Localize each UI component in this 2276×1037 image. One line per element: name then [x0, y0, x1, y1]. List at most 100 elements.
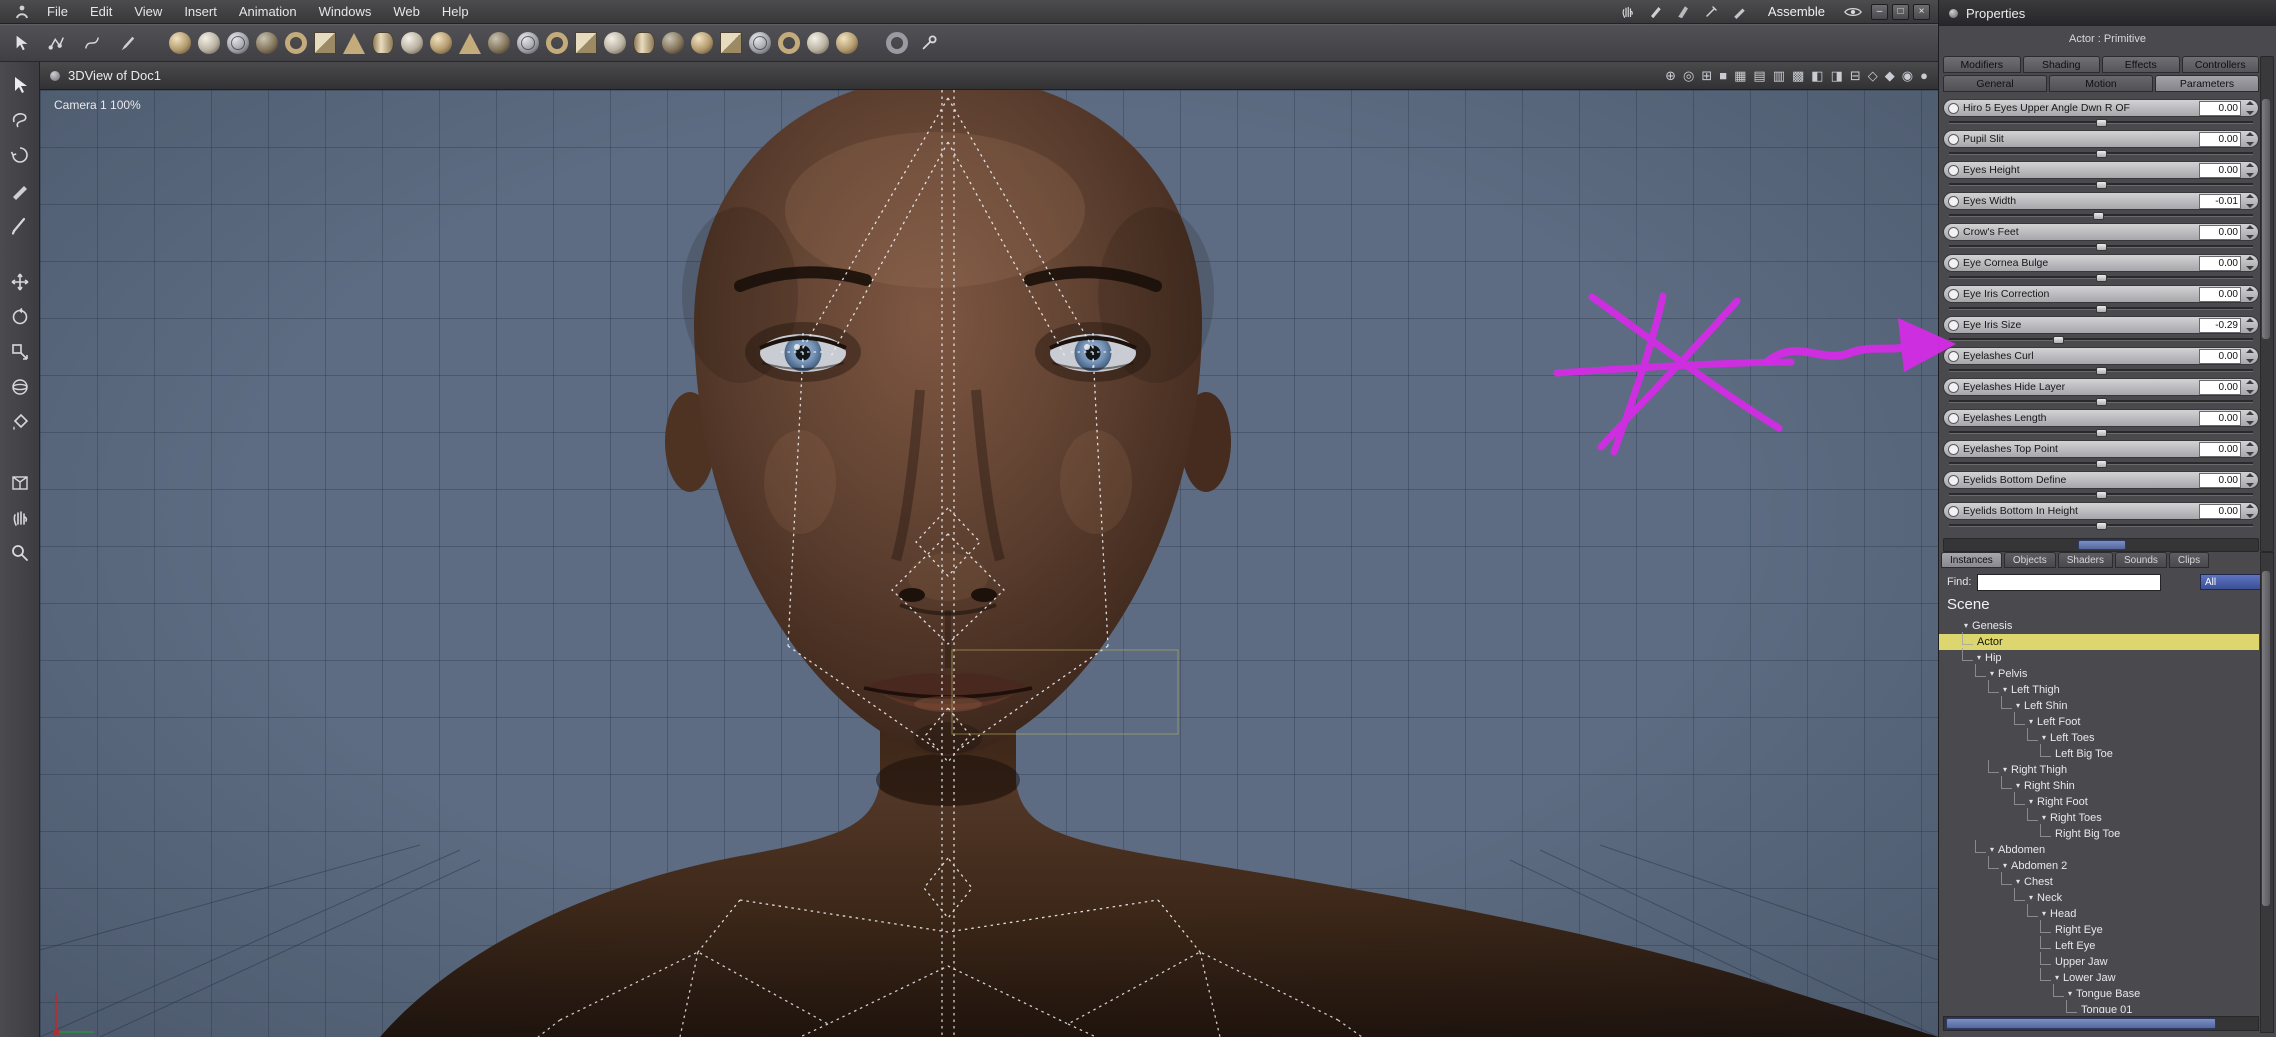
- tree-item-abdomen[interactable]: ▾ Abdomen: [1939, 840, 2259, 858]
- group-object-icon[interactable]: [807, 32, 829, 54]
- knife-icon[interactable]: [9, 179, 31, 201]
- tube-object-icon[interactable]: [633, 32, 655, 54]
- tree-item-left-foot[interactable]: ▾ Left Foot: [1939, 712, 2259, 730]
- parameters-vscrollbar[interactable]: [2260, 56, 2274, 552]
- tab-instances[interactable]: Instances: [1941, 552, 2002, 568]
- pen-tool-icon[interactable]: [1646, 3, 1666, 21]
- shaded-mode-icon[interactable]: ◆: [1885, 69, 1895, 82]
- value-stepper[interactable]: [2245, 349, 2254, 363]
- menu-animation[interactable]: Animation: [228, 4, 308, 19]
- expander-icon[interactable]: ▾: [2042, 814, 2046, 822]
- cone-primitive-icon[interactable]: [343, 32, 365, 54]
- keyframe-dot-icon[interactable]: [1948, 319, 1959, 331]
- tab-shaders[interactable]: Shaders: [2057, 552, 2113, 568]
- value-stepper[interactable]: [2245, 318, 2254, 332]
- tab-shading[interactable]: Shading: [2022, 56, 2100, 73]
- find-input[interactable]: [1977, 573, 2162, 591]
- hsplit-layout-icon[interactable]: ▤: [1753, 69, 1765, 82]
- tree-item-pelvis[interactable]: ▾ Pelvis: [1939, 664, 2259, 682]
- parameter-value-input[interactable]: 0.00: [2199, 348, 2241, 364]
- paint-bucket-icon[interactable]: [9, 411, 31, 433]
- tree-item-tongue-base[interactable]: ▾ Tongue Base: [1939, 984, 2259, 1002]
- tab-controllers[interactable]: Controllers: [2181, 56, 2259, 73]
- close-button[interactable]: ×: [1913, 3, 1930, 20]
- tree-item-chest[interactable]: ▾ Chest: [1939, 872, 2259, 890]
- keyframe-dot-icon[interactable]: [1948, 505, 1959, 517]
- expander-icon[interactable]: ▾: [2016, 878, 2020, 886]
- expander-icon[interactable]: ▾: [1990, 846, 1994, 854]
- reference-object-icon[interactable]: [836, 32, 858, 54]
- light-object-icon[interactable]: [691, 32, 713, 54]
- camera-reset-icon[interactable]: ⊞: [1701, 69, 1712, 82]
- value-stepper[interactable]: [2245, 287, 2254, 301]
- tree-item-right-shin[interactable]: ▾ Right Shin: [1939, 776, 2259, 794]
- maximize-button[interactable]: □: [1892, 3, 1909, 20]
- quad-pane-layout-icon[interactable]: ▦: [1734, 69, 1746, 82]
- plant-object-icon[interactable]: [459, 32, 481, 54]
- scale-tool-icon[interactable]: [9, 341, 31, 363]
- hand-tool-icon[interactable]: [1618, 3, 1638, 21]
- keyframe-dot-icon[interactable]: [1948, 133, 1959, 145]
- value-stepper[interactable]: [2245, 473, 2254, 487]
- expander-icon[interactable]: ▾: [2003, 686, 2007, 694]
- expander-icon[interactable]: ▾: [1977, 654, 1981, 662]
- menu-help[interactable]: Help: [431, 4, 480, 19]
- expander-icon[interactable]: ▾: [2029, 894, 2033, 902]
- tree-item-left-eye[interactable]: Left Eye: [1939, 936, 2259, 954]
- value-stepper[interactable]: [2245, 442, 2254, 456]
- expander-icon[interactable]: ▾: [2042, 734, 2046, 742]
- trackball-icon[interactable]: [9, 376, 31, 398]
- tree-item-right-eye[interactable]: Right Eye: [1939, 920, 2259, 938]
- tab-motion[interactable]: Motion: [2049, 75, 2153, 92]
- single-pane-layout-icon[interactable]: ■: [1719, 69, 1727, 82]
- pan-hand-icon[interactable]: [9, 507, 31, 529]
- tree-item-head[interactable]: ▾ Head: [1939, 904, 2259, 922]
- pencil-icon[interactable]: [9, 214, 31, 236]
- keyframe-dot-icon[interactable]: [1948, 412, 1959, 424]
- target-helper-icon[interactable]: [749, 32, 771, 54]
- aim-target-icon[interactable]: ◎: [1683, 69, 1694, 82]
- parameter-value-input[interactable]: 0.00: [2199, 286, 2241, 302]
- value-stepper[interactable]: [2245, 225, 2254, 239]
- zoom-magnifier-icon[interactable]: [9, 542, 31, 564]
- tree-item-genesis[interactable]: ▾ Genesis: [1939, 618, 2259, 634]
- move-axes-icon[interactable]: ⊕: [1665, 69, 1676, 82]
- layer-back-icon[interactable]: ◧: [1811, 69, 1823, 82]
- lasso-icon[interactable]: [9, 109, 31, 131]
- tab-sounds[interactable]: Sounds: [2114, 552, 2167, 568]
- wireframe-mode-icon[interactable]: ◇: [1868, 69, 1878, 82]
- parameter-value-input[interactable]: 0.00: [2199, 472, 2241, 488]
- hoop-object-icon[interactable]: [778, 32, 800, 54]
- cloud-object-icon[interactable]: [604, 32, 626, 54]
- vsplit-layout-icon[interactable]: ▥: [1773, 69, 1785, 82]
- expander-icon[interactable]: ▾: [2029, 798, 2033, 806]
- value-stepper[interactable]: [2245, 101, 2254, 115]
- tree-item-right-thigh[interactable]: ▾ Right Thigh: [1939, 760, 2259, 778]
- parameter-value-input[interactable]: 0.00: [2199, 131, 2241, 147]
- viewport-titlebar[interactable]: 3DView of Doc1 ⊕ ◎ ⊞ ■ ▦ ▤ ▥ ▩ ◧ ◨ ⊟ ◇ ◆…: [40, 62, 1938, 90]
- sphere-primitive-icon[interactable]: [169, 32, 191, 54]
- expander-icon[interactable]: ▾: [2029, 718, 2033, 726]
- tree-item-right-foot[interactable]: ▾ Right Foot: [1939, 792, 2259, 810]
- keyframe-dot-icon[interactable]: [1948, 164, 1959, 176]
- fog-object-icon[interactable]: [662, 32, 684, 54]
- parameter-value-input[interactable]: 0.00: [2199, 100, 2241, 116]
- tree-item-right-toes[interactable]: ▾ Right Toes: [1939, 808, 2259, 826]
- move-tool-icon[interactable]: [9, 271, 31, 293]
- text-object-icon[interactable]: [401, 32, 423, 54]
- expander-icon[interactable]: ▾: [1990, 670, 1994, 678]
- menu-edit[interactable]: Edit: [79, 4, 123, 19]
- layer-front-icon[interactable]: ◨: [1831, 69, 1843, 82]
- marker-tool-icon[interactable]: [1674, 3, 1694, 21]
- value-stepper[interactable]: [2245, 504, 2254, 518]
- parameter-value-input[interactable]: -0.01: [2199, 193, 2241, 209]
- ring-object-icon[interactable]: [546, 32, 568, 54]
- terrain-object-icon[interactable]: [430, 32, 452, 54]
- paintbrush-icon[interactable]: [117, 34, 137, 52]
- value-stepper[interactable]: [2245, 132, 2254, 146]
- parameter-value-input[interactable]: 0.00: [2199, 441, 2241, 457]
- expander-icon[interactable]: ▾: [1964, 622, 1968, 630]
- parameter-value-input[interactable]: 0.00: [2199, 162, 2241, 178]
- tree-item-right-big-toe[interactable]: Right Big Toe: [1939, 824, 2259, 842]
- select-arrow-icon[interactable]: [9, 74, 31, 96]
